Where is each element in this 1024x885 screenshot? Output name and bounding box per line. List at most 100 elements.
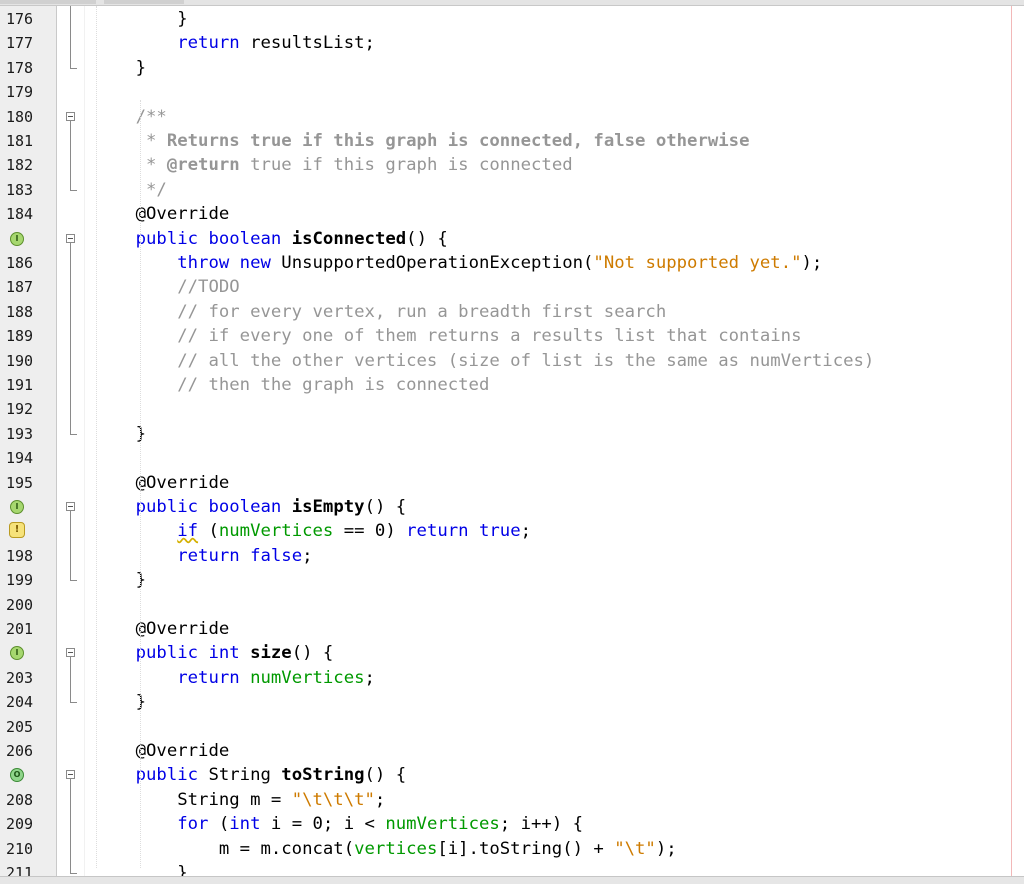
editor-tab[interactable]: [104, 0, 184, 4]
code-token: vertices: [354, 838, 438, 859]
code-line[interactable]: I public boolean isEmpty() {: [0, 495, 1024, 519]
code-line[interactable]: I public boolean isConnected() {: [0, 227, 1024, 251]
warning-bulb-icon[interactable]: !: [9, 522, 25, 539]
code-line[interactable]: 206 @Override: [0, 739, 1024, 763]
code-token: "Not supported yet.": [593, 253, 802, 273]
implements-icon[interactable]: I: [10, 500, 24, 514]
collapse-fold-icon[interactable]: [66, 648, 75, 658]
code-line[interactable]: 209 for (int i = 0; i < numVertices; i++…: [0, 812, 1024, 836]
code-token: m = m.concat(: [94, 838, 355, 859]
code-line[interactable]: 178 }: [0, 56, 1024, 80]
code-token: numVertices: [218, 521, 334, 542]
code-line[interactable]: 201 @Override: [0, 617, 1024, 641]
line-number: 205: [6, 717, 34, 736]
code-token: ;: [302, 545, 313, 566]
code-token: // then the graph is connected: [94, 375, 490, 395]
line-number: 182: [6, 156, 34, 175]
code-line[interactable]: 198 return false;: [0, 544, 1024, 568]
code-token: return: [177, 33, 240, 54]
code-line[interactable]: 186 throw new UnsupportedOperationExcept…: [0, 251, 1024, 275]
line-number: 190: [6, 351, 34, 370]
code-line[interactable]: 200: [0, 593, 1024, 617]
code-line[interactable]: 180 /**: [0, 105, 1024, 129]
code-token: );: [655, 838, 677, 859]
code-line[interactable]: 183 */: [0, 178, 1024, 202]
code-token: //TODO: [94, 277, 240, 298]
code-line[interactable]: O public String toString() {: [0, 763, 1024, 787]
code-line[interactable]: 189 // if every one of them returns a re…: [0, 324, 1024, 348]
code-line[interactable]: 210 m = m.concat(vertices[i].toString() …: [0, 837, 1024, 861]
code-token: return: [177, 667, 240, 688]
collapse-fold-icon[interactable]: [66, 233, 75, 243]
code-line[interactable]: 187 //TODO: [0, 275, 1024, 299]
editor-tab[interactable]: [0, 0, 96, 4]
collapse-fold-icon[interactable]: [66, 502, 75, 511]
collapse-fold-icon[interactable]: [66, 111, 75, 121]
code-line[interactable]: I public int size() {: [0, 641, 1024, 665]
code-text: }: [94, 56, 146, 80]
code-text: String m = "\t\t\t";: [94, 788, 385, 812]
code-token: if: [177, 521, 199, 542]
collapse-fold-icon[interactable]: [66, 770, 75, 780]
code-line[interactable]: 203 return numVertices;: [0, 666, 1024, 690]
code-token: size: [250, 643, 292, 664]
code-token: i = 0; i <: [260, 814, 386, 835]
fold-guide-line: [70, 242, 71, 434]
code-token: ;: [364, 667, 375, 688]
fold-guide-line: [70, 657, 71, 703]
fold-end-marker: [70, 433, 77, 435]
line-number: 200: [6, 595, 34, 614]
code-line[interactable]: 188 // for every vertex, run a breadth f…: [0, 300, 1024, 324]
code-text: for (int i = 0; i < numVertices; i++) {: [94, 812, 583, 836]
code-line[interactable]: 182 * @return true if this graph is conn…: [0, 153, 1024, 177]
code-line[interactable]: 204 }: [0, 690, 1024, 714]
code-text: return false;: [94, 544, 313, 568]
line-number: 186: [6, 254, 34, 272]
code-line[interactable]: 192: [0, 397, 1024, 421]
code-line[interactable]: ! if (numVertices == 0) return true;: [0, 519, 1024, 543]
code-token: boolean: [208, 497, 282, 517]
code-line[interactable]: 205: [0, 715, 1024, 739]
code-line[interactable]: 199 }: [0, 568, 1024, 592]
code-line[interactable]: 191 // then the graph is connected: [0, 373, 1024, 397]
code-token: for: [177, 814, 209, 835]
code-token: numVertices: [250, 667, 365, 688]
code-line[interactable]: 179: [0, 80, 1024, 104]
code-token: () {: [406, 228, 448, 249]
line-number: 206: [6, 742, 34, 760]
code-token: // for every vertex, run a breadth first…: [94, 301, 667, 322]
code-token: false: [250, 545, 303, 566]
code-line[interactable]: 195 @Override: [0, 471, 1024, 495]
code-line[interactable]: 190 // all the other vertices (size of l…: [0, 349, 1024, 373]
line-number: 203: [6, 668, 34, 687]
code-line[interactable]: 184 @Override: [0, 202, 1024, 226]
code-text: return numVertices;: [94, 666, 375, 690]
line-number: 183: [6, 180, 34, 199]
code-line[interactable]: 208 String m = "\t\t\t";: [0, 788, 1024, 812]
code-text: @Override: [94, 202, 230, 226]
code-token: true if this graph is connected: [239, 155, 573, 176]
code-line[interactable]: 194: [0, 446, 1024, 470]
implements-icon[interactable]: I: [10, 231, 24, 246]
code-text: @Override: [94, 617, 230, 641]
line-number: 194: [6, 449, 34, 468]
code-line[interactable]: 176 }: [0, 7, 1024, 31]
code-line[interactable]: 193 }: [0, 422, 1024, 446]
line-number: 209: [6, 815, 34, 834]
code-line[interactable]: 177 return resultsList;: [0, 31, 1024, 55]
code-line[interactable]: 181 * Returns true if this graph is conn…: [0, 129, 1024, 153]
code-text: return resultsList;: [94, 31, 375, 55]
editor-tab-strip: [0, 0, 1024, 6]
code-text: throw new UnsupportedOperationException(…: [94, 251, 822, 275]
